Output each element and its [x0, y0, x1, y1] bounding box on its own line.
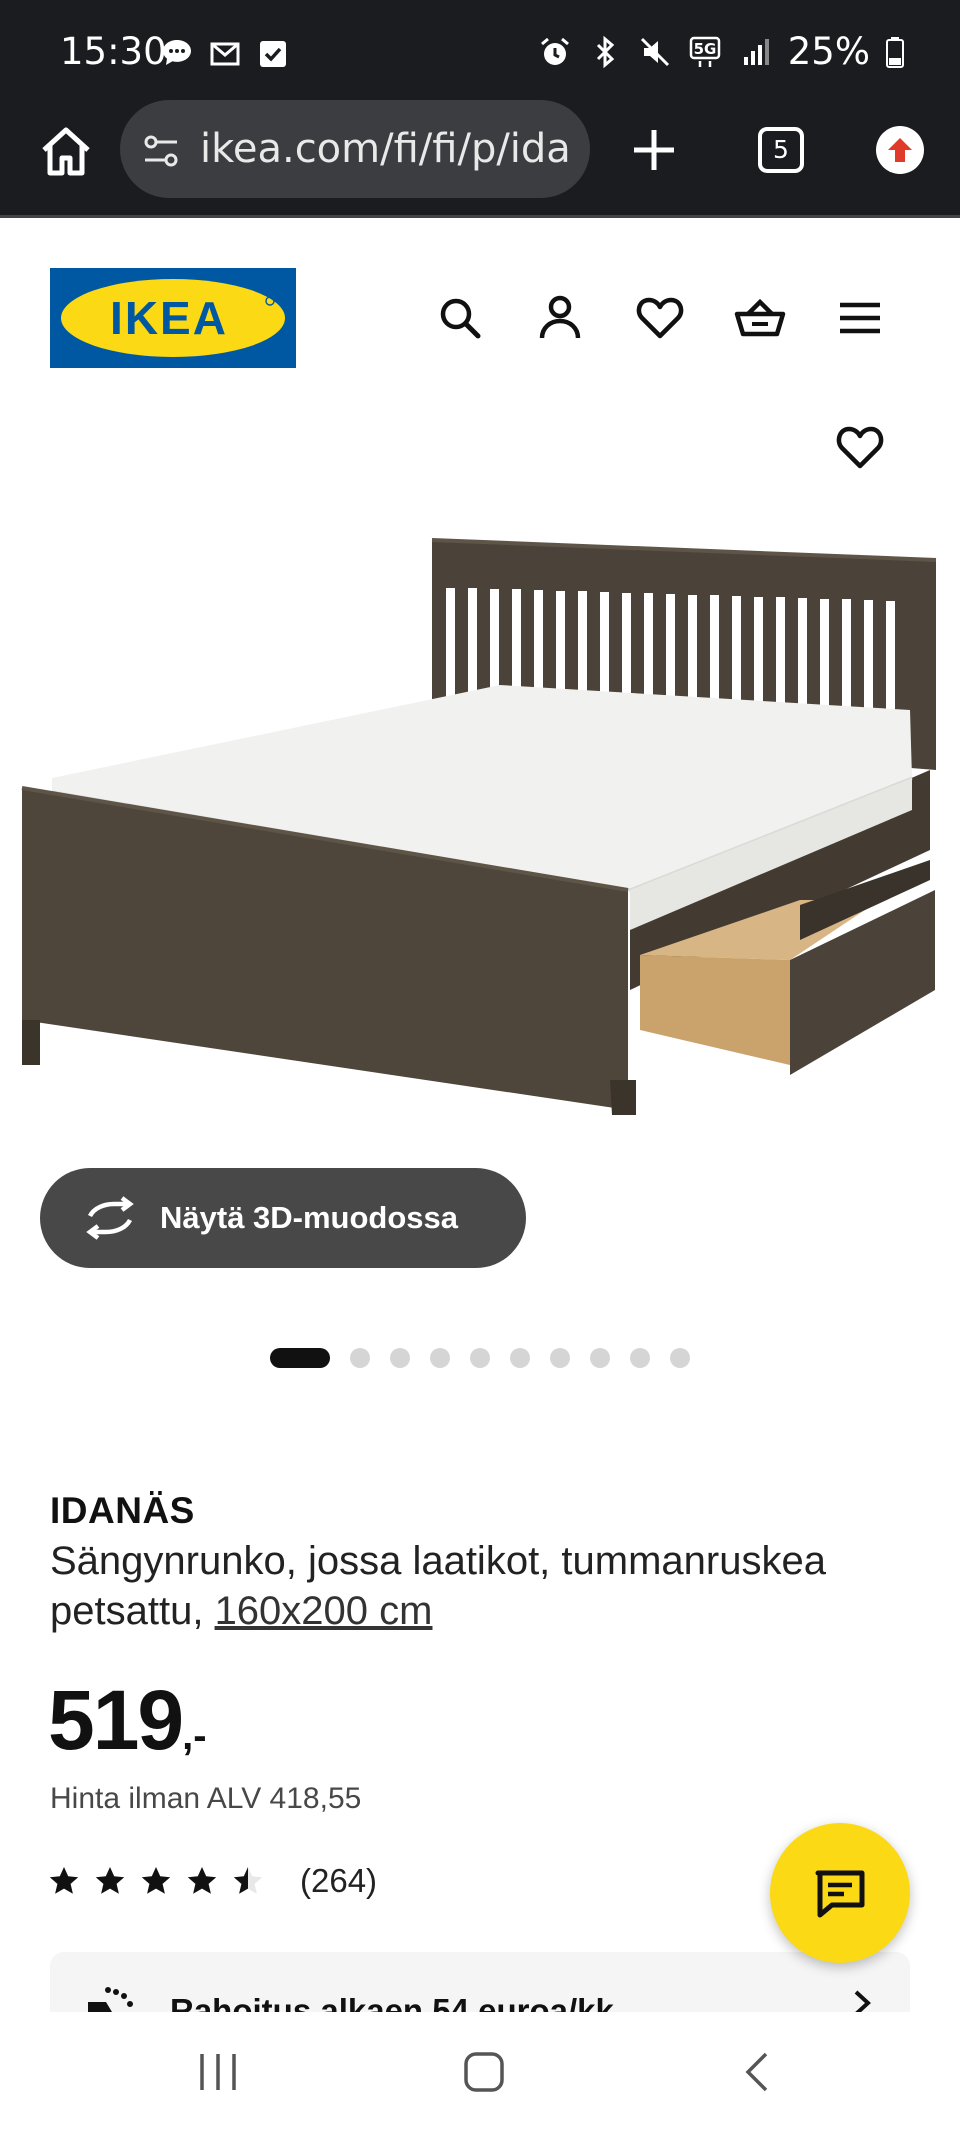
chat-icon	[815, 1870, 865, 1918]
chat-bubble-icon	[163, 40, 191, 65]
5g-icon: 5G	[689, 36, 720, 67]
account-icon[interactable]	[534, 292, 586, 344]
checkbox-icon	[260, 41, 286, 67]
financing-icon	[88, 1987, 133, 2012]
svg-text:IKEA: IKEA	[110, 292, 228, 344]
url-bar[interactable]: ikea.com/fi/fi/p/ida	[120, 100, 590, 198]
home-icon[interactable]	[34, 120, 98, 184]
financing-banner[interactable]: Rahoitus alkaen 54 euroa/kk	[50, 1952, 910, 2012]
gmail-icon	[210, 42, 240, 66]
chevron-right-icon	[854, 1990, 871, 2012]
mute-icon	[640, 37, 669, 66]
carousel-dot[interactable]	[670, 1348, 690, 1368]
alarm-icon	[540, 37, 569, 65]
star-icon	[233, 1867, 263, 1894]
carousel-dot[interactable]	[350, 1348, 370, 1368]
url-text: ikea.com/fi/fi/p/ida	[200, 126, 571, 172]
update-button[interactable]	[876, 126, 924, 174]
favourite-icon[interactable]	[833, 420, 887, 474]
star-icon	[141, 1867, 171, 1894]
financing-label: Rahoitus alkaen 54 euroa/kk	[170, 1992, 614, 2012]
site-settings-icon[interactable]	[140, 130, 182, 172]
bluetooth-icon	[596, 35, 614, 68]
tab-switcher-button[interactable]: 5	[758, 127, 804, 173]
recent-apps-icon[interactable]	[196, 2050, 240, 2094]
rating-stars[interactable]: (264)	[48, 1862, 377, 1900]
status-bar: 15:30 5G 25%	[0, 0, 960, 92]
system-indicators: 5G 25%	[538, 30, 904, 73]
star-icon	[95, 1867, 125, 1894]
heart-icon[interactable]	[634, 292, 686, 344]
carousel-dots	[270, 1348, 690, 1368]
browser-toolbar: ikea.com/fi/fi/p/ida 5	[0, 92, 960, 218]
carousel-dot[interactable]	[470, 1348, 490, 1368]
star-icon	[187, 1867, 217, 1894]
view-3d-label: Näytä 3D-muodossa	[160, 1200, 459, 1235]
product-name: IDANÄS	[50, 1490, 195, 1531]
carousel-dot[interactable]	[510, 1348, 530, 1368]
product-price: 519,-	[48, 1672, 207, 1769]
search-icon[interactable]	[434, 292, 486, 344]
rotate-3d-icon	[86, 1196, 134, 1240]
view-3d-button[interactable]: Näytä 3D-muodossa	[40, 1168, 526, 1268]
star-icon	[49, 1867, 79, 1894]
status-time: 15:30	[60, 30, 167, 73]
price-suffix: ,-	[182, 1714, 207, 1758]
notification-icons	[160, 36, 290, 70]
carousel-dot[interactable]	[270, 1348, 330, 1368]
battery-icon	[886, 36, 904, 68]
ikea-logo[interactable]: IKEA	[50, 268, 296, 368]
home-nav-icon[interactable]	[462, 2050, 506, 2094]
svg-text:5G: 5G	[693, 40, 716, 58]
product-description: Sängynrunko, jossa laatikot, tummanruske…	[50, 1536, 910, 1636]
chat-button[interactable]	[770, 1823, 910, 1963]
back-nav-icon[interactable]	[736, 2050, 780, 2094]
system-nav-bar	[0, 2012, 960, 2133]
carousel-dot[interactable]	[630, 1348, 650, 1368]
product-image[interactable]	[0, 520, 960, 1130]
carousel-dot[interactable]	[550, 1348, 570, 1368]
product-description-text: Sängynrunko, jossa laatikot, tummanruske…	[50, 1539, 826, 1633]
product-size-link[interactable]: 160x200 cm	[215, 1589, 433, 1633]
basket-icon[interactable]	[734, 292, 786, 344]
price-without-vat: Hinta ilman ALV 418,55	[50, 1782, 362, 1815]
new-tab-icon[interactable]	[626, 122, 682, 178]
carousel-dot[interactable]	[390, 1348, 410, 1368]
price-main: 519	[48, 1673, 184, 1767]
ikea-logo-graphic: IKEA	[50, 268, 296, 368]
menu-icon[interactable]	[834, 292, 886, 344]
signal-icon	[743, 38, 769, 65]
battery-percent: 25%	[787, 30, 870, 73]
rating-count: (264)	[300, 1862, 378, 1899]
arrow-up-icon	[888, 138, 912, 162]
carousel-dot[interactable]	[590, 1348, 610, 1368]
carousel-dot[interactable]	[430, 1348, 450, 1368]
